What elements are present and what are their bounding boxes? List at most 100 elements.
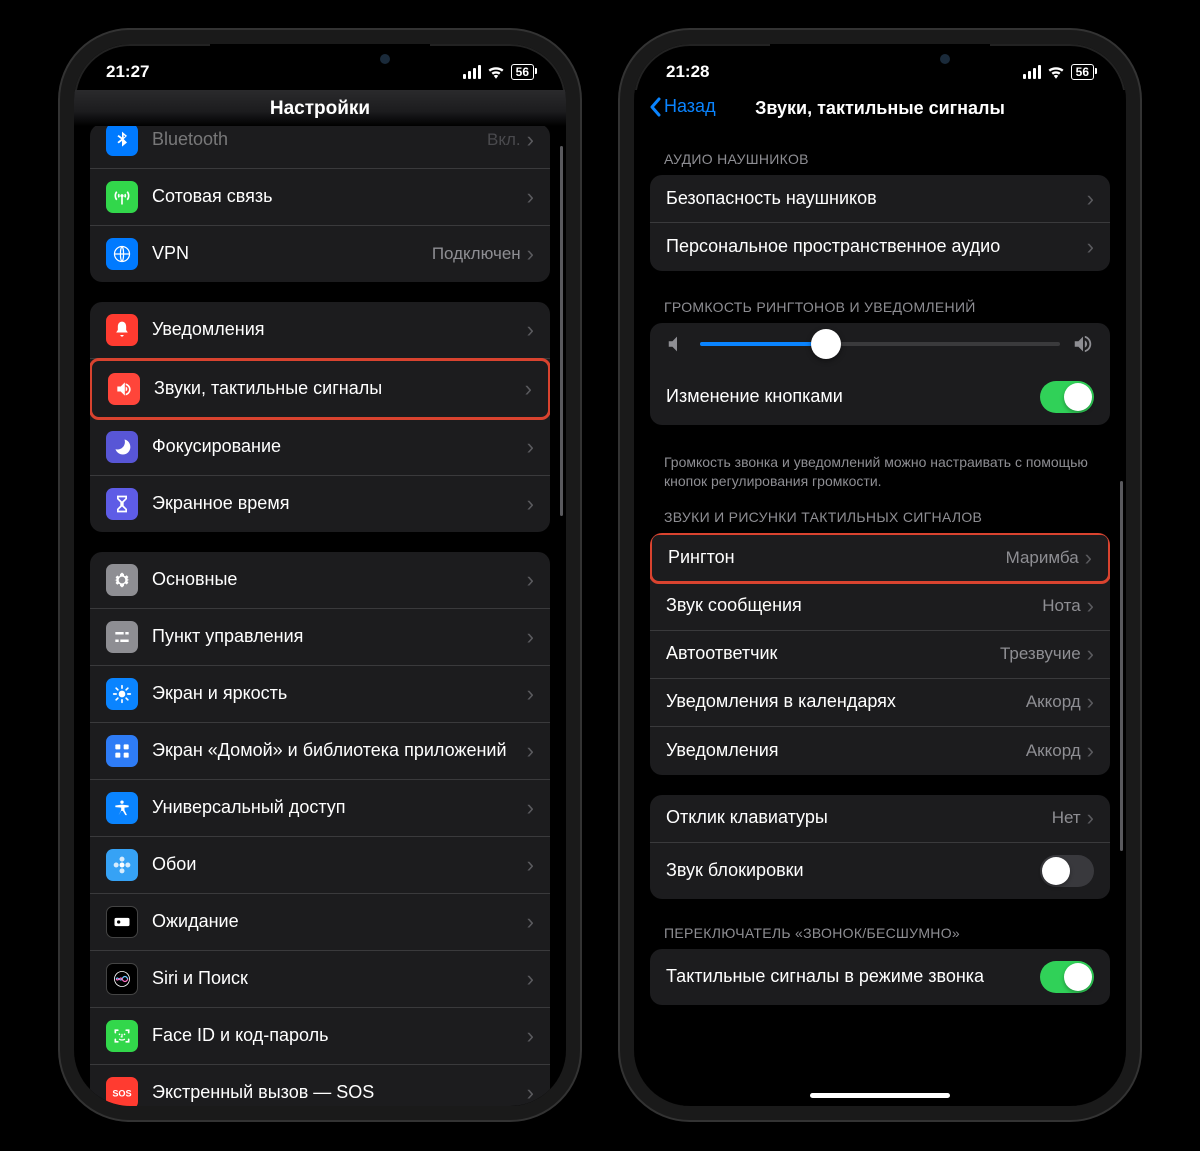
row-haptic-ring[interactable]: Тактильные сигналы в режиме звонка <box>650 949 1110 1005</box>
row-faceid[interactable]: Face ID и код-пароль› <box>90 1008 550 1065</box>
chevron-right-icon: › <box>1087 643 1094 665</box>
row-vpn[interactable]: VPNПодключен› <box>90 226 550 282</box>
chevron-right-icon: › <box>527 569 534 591</box>
section-header-ringswitch: ПЕРЕКЛЮЧАТЕЛЬ «ЗВОНОК/БЕСШУМНО» <box>644 919 1116 949</box>
row-label: Уведомления в календарях <box>666 691 1026 713</box>
row-label: Сотовая связь <box>152 186 527 208</box>
toggle-change-buttons[interactable] <box>1040 381 1094 413</box>
row-value: Нота <box>1042 596 1080 616</box>
group-keyboard: Отклик клавиатурыНет›Звук блокировки <box>650 795 1110 899</box>
accessibility-icon <box>106 792 138 824</box>
group-ring-silent: Тактильные сигналы в режиме звонка <box>650 949 1110 1005</box>
row-label: Обои <box>152 854 527 876</box>
row-standby[interactable]: Ожидание› <box>90 894 550 951</box>
row-focus[interactable]: Фокусирование› <box>90 419 550 476</box>
row-value: Вкл. <box>487 130 521 150</box>
row-label: Автоответчик <box>666 643 1000 665</box>
row-accessibility[interactable]: Универсальный доступ› <box>90 780 550 837</box>
row-label: Экран и яркость <box>152 683 527 705</box>
row-general[interactable]: Основные› <box>90 552 550 609</box>
row-bluetooth[interactable]: BluetoothВкл. › <box>90 126 550 169</box>
row-label: Bluetooth <box>152 129 487 151</box>
row-label: Изменение кнопками <box>666 386 1040 408</box>
speaker-icon <box>108 373 140 405</box>
page-title: Настройки <box>92 98 548 120</box>
group-notifications: Уведомления›Звуки, тактильные сигналы›Фо… <box>90 302 550 532</box>
row-label: Тактильные сигналы в режиме звонка <box>666 966 1040 988</box>
chevron-right-icon: › <box>1087 691 1094 713</box>
chevron-right-icon: › <box>527 968 534 990</box>
row-value: Аккорд <box>1026 741 1081 761</box>
phone-sounds: 21:28 56 Назад Звуки, тактильные сигналы… <box>620 30 1140 1120</box>
row-display[interactable]: Экран и яркость› <box>90 666 550 723</box>
nav-header: Назад Звуки, тактильные сигналы <box>634 90 1126 131</box>
group-sounds: РингтонМаримба›Звук сообщенияНота›Автоот… <box>650 533 1110 775</box>
chevron-right-icon: › <box>1087 807 1094 829</box>
row-ringtone[interactable]: РингтонМаримба› <box>650 533 1110 584</box>
row-label: Пункт управления <box>152 626 527 648</box>
section-header-sounds: ЗВУКИ И РИСУНКИ ТАКТИЛЬНЫХ СИГНАЛОВ <box>644 495 1116 533</box>
row-text-tone[interactable]: Звук сообщенияНота› <box>650 583 1110 631</box>
hourglass-icon <box>106 488 138 520</box>
wifi-icon <box>487 65 505 79</box>
home-indicator[interactable] <box>810 1093 950 1098</box>
row-wallpaper[interactable]: Обои› <box>90 837 550 894</box>
row-label: Универсальный доступ <box>152 797 527 819</box>
bell-icon <box>106 314 138 346</box>
row-value: Аккорд <box>1026 692 1081 712</box>
chevron-right-icon: › <box>527 1082 534 1104</box>
row-value: Маримба <box>1006 548 1079 568</box>
volume-slider-row <box>650 323 1110 369</box>
toggle[interactable] <box>1040 855 1094 887</box>
row-label: Siri и Поиск <box>152 968 527 990</box>
row-notifications[interactable]: Уведомления› <box>90 302 550 359</box>
gear-icon <box>106 564 138 596</box>
row-homescreen[interactable]: Экран «Домой» и библиотека приложений› <box>90 723 550 780</box>
bluetooth-icon <box>106 126 138 156</box>
row-lock-sound[interactable]: Звук блокировки <box>650 843 1110 899</box>
row-sounds[interactable]: Звуки, тактильные сигналы› <box>90 358 550 420</box>
chevron-right-icon: › <box>525 378 532 400</box>
status-time: 21:28 <box>666 62 709 82</box>
row-cellular[interactable]: Сотовая связь› <box>90 169 550 226</box>
chevron-right-icon: › <box>527 854 534 876</box>
row-reminder-alerts[interactable]: УведомленияАккорд › <box>650 727 1110 775</box>
row-label: Безопасность наушников <box>666 188 1087 210</box>
notch <box>210 44 430 76</box>
chevron-right-icon: › <box>1087 236 1094 258</box>
row-change-with-buttons[interactable]: Изменение кнопками <box>650 369 1110 425</box>
chevron-right-icon: › <box>527 683 534 705</box>
standby-icon <box>106 906 138 938</box>
moon-icon <box>106 431 138 463</box>
chevron-right-icon: › <box>527 129 534 151</box>
row-value: Нет <box>1052 808 1081 828</box>
row-siri[interactable]: Siri и Поиск› <box>90 951 550 1008</box>
section-header-volume: ГРОМКОСТЬ РИНГТОНОВ И УВЕДОМЛЕНИЙ <box>644 291 1116 323</box>
grid-icon <box>106 735 138 767</box>
row-spatial-audio[interactable]: Персональное пространственное аудио› <box>650 223 1110 271</box>
group-volume: Изменение кнопками <box>650 323 1110 425</box>
status-time: 21:27 <box>106 62 149 82</box>
row-label: Уведомления <box>666 740 1026 762</box>
toggle-haptic-ring[interactable] <box>1040 961 1094 993</box>
row-sos[interactable]: SOSЭкстренный вызов — SOS› <box>90 1065 550 1106</box>
row-voicemail[interactable]: АвтоответчикТрезвучие› <box>650 631 1110 679</box>
row-screentime[interactable]: Экранное время› <box>90 476 550 532</box>
row-calendar-alerts[interactable]: Уведомления в календаряхАккорд › <box>650 679 1110 727</box>
chevron-right-icon: › <box>1087 740 1094 762</box>
volume-slider[interactable] <box>700 342 1060 346</box>
chevron-right-icon: › <box>527 1025 534 1047</box>
back-button[interactable]: Назад <box>648 96 716 117</box>
scroll-indicator[interactable] <box>560 146 563 516</box>
scroll-indicator[interactable] <box>1120 481 1123 851</box>
row-label: Уведомления <box>152 319 527 341</box>
faceid-icon <box>106 1020 138 1052</box>
row-keyboard-feedback[interactable]: Отклик клавиатурыНет› <box>650 795 1110 843</box>
battery-icon: 56 <box>511 64 534 80</box>
chevron-right-icon: › <box>1085 547 1092 569</box>
row-headphone-safety[interactable]: Безопасность наушников› <box>650 175 1110 223</box>
row-label: Звук сообщения <box>666 595 1042 617</box>
siri-icon <box>106 963 138 995</box>
row-control-center[interactable]: Пункт управления› <box>90 609 550 666</box>
back-label: Назад <box>664 96 716 117</box>
